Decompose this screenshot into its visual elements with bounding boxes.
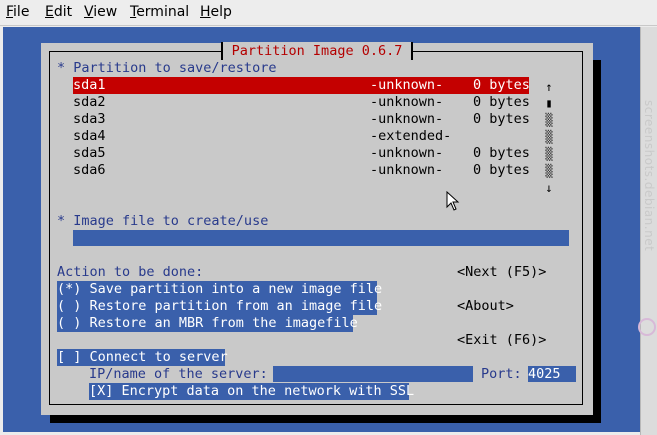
server-input[interactable]	[273, 366, 473, 382]
partition-row[interactable]: sda2 -unknown- 0 bytes	[73, 94, 530, 111]
watermark-logo-icon	[638, 318, 656, 336]
menu-view[interactable]: View	[84, 4, 117, 20]
partition-name: sda6	[73, 162, 106, 178]
image-section-label: * Image file to create/use	[57, 213, 269, 229]
scroll-track-icon: ▒	[545, 113, 553, 127]
partition-name: sda1	[73, 77, 106, 93]
scroll-thumb-icon[interactable]: ▮	[543, 95, 555, 112]
menu-help[interactable]: Help	[200, 4, 232, 20]
encrypt-ssl-checkbox[interactable]: [X] Encrypt data on the network with SSL	[89, 383, 414, 400]
partition-type: -unknown-	[370, 94, 444, 110]
menu-bar: File Edit View Terminal Help	[0, 0, 657, 26]
menu-file[interactable]: File	[6, 4, 29, 20]
partition-row[interactable]: sda5 -unknown- 0 bytes	[73, 145, 530, 162]
partition-type: -unknown-	[370, 145, 444, 161]
partition-type: -unknown-	[370, 77, 444, 93]
dialog-shadow	[593, 60, 601, 420]
scroll-up-icon[interactable]: ↑	[543, 79, 555, 96]
scroll-track-icon: ▒	[545, 147, 553, 161]
partition-size: 0 bytes	[473, 94, 530, 110]
partition-list-scrollbar[interactable]: ↑ ▮ ▒ ▒ ▒ ▒ ↓	[543, 79, 555, 197]
partition-type: -unknown-	[370, 162, 444, 178]
next-button[interactable]: <Next (F5)>	[457, 264, 546, 281]
scroll-track-icon: ▒	[545, 164, 553, 178]
action-label: Action to be done:	[57, 264, 204, 280]
partition-name: sda4	[73, 128, 106, 144]
dialog-title: Partition Image 0.6.7	[221, 42, 413, 60]
partition-size: 0 bytes	[473, 162, 530, 178]
server-label: IP/name of the server:	[89, 366, 268, 382]
partition-row[interactable]: sda1 -unknown- 0 bytes	[73, 77, 530, 94]
partition-type: -extended-	[370, 128, 452, 144]
option-restore-mbr[interactable]: ( ) Restore an MBR from the imagefile	[57, 315, 358, 332]
port-label: Port:	[481, 366, 522, 382]
scroll-track-icon: ▒	[545, 130, 553, 144]
option-restore-partition[interactable]: ( ) Restore partition from an image file	[57, 298, 382, 315]
partition-name: sda3	[73, 111, 106, 127]
partition-name: sda5	[73, 145, 106, 161]
port-input[interactable]: 4025	[528, 366, 576, 382]
menu-edit[interactable]: Edit	[45, 4, 72, 20]
partition-row[interactable]: sda3 -unknown- 0 bytes	[73, 111, 530, 128]
partition-row[interactable]: sda4 -extended-	[73, 128, 529, 145]
about-button[interactable]: <About>	[457, 298, 514, 315]
partition-size: 0 bytes	[473, 145, 530, 161]
exit-button[interactable]: <Exit (F6)>	[457, 332, 546, 349]
partition-row[interactable]: sda6 -unknown- 0 bytes	[73, 162, 530, 179]
partition-type: -unknown-	[370, 111, 444, 127]
partition-section-label: * Partition to save/restore	[57, 60, 277, 76]
image-file-input[interactable]	[73, 230, 569, 246]
partition-name: sda2	[73, 94, 106, 110]
dialog-shadow	[50, 415, 601, 423]
option-save-partition[interactable]: (*) Save partition into a new image file	[57, 281, 382, 298]
menu-terminal[interactable]: Terminal	[130, 4, 189, 20]
watermark-text: screenshots.debian.net	[642, 100, 656, 252]
connect-server-checkbox[interactable]: [ ] Connect to server	[57, 349, 228, 366]
partition-size: 0 bytes	[473, 111, 530, 127]
partition-size: 0 bytes	[473, 77, 530, 93]
scroll-down-icon[interactable]: ↓	[543, 180, 555, 197]
